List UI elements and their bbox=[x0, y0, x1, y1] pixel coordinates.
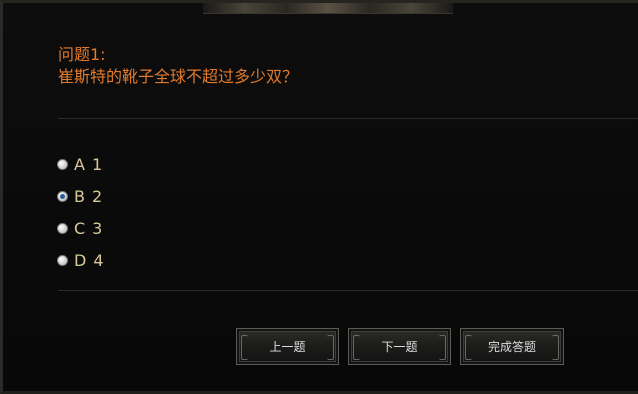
answer-options: A 1 B 2 C 3 D 4 bbox=[57, 148, 104, 276]
question-number: 问题1: bbox=[58, 45, 106, 64]
radio-button[interactable] bbox=[57, 158, 68, 170]
option-value: 4 bbox=[93, 250, 104, 270]
option-letter: D bbox=[74, 250, 87, 270]
question-block: 问题1: 崔斯特的靴子全球不超过多少双？ bbox=[58, 44, 298, 88]
option-value: 3 bbox=[92, 218, 103, 238]
divider-top bbox=[58, 118, 638, 119]
option-a[interactable]: A 1 bbox=[57, 148, 104, 180]
radio-button[interactable] bbox=[57, 254, 68, 266]
option-value: 1 bbox=[91, 154, 103, 174]
option-letter: C bbox=[74, 218, 86, 238]
radio-button[interactable] bbox=[57, 190, 68, 202]
option-value: 2 bbox=[91, 186, 103, 206]
option-letter: B bbox=[74, 186, 85, 206]
finish-quiz-button[interactable]: 完成答题 bbox=[460, 328, 564, 365]
option-letter: A bbox=[74, 154, 85, 174]
top-ornament bbox=[203, 3, 453, 14]
option-b[interactable]: B 2 bbox=[57, 180, 104, 212]
next-question-button[interactable]: 下一题 bbox=[348, 328, 451, 365]
radio-button[interactable] bbox=[57, 222, 68, 234]
prev-question-button[interactable]: 上一题 bbox=[236, 328, 339, 365]
quiz-panel: 问题1: 崔斯特的靴子全球不超过多少双？ A 1 B 2 C 3 D 4 上一题… bbox=[0, 0, 638, 394]
divider-bottom bbox=[58, 290, 638, 291]
question-text: 崔斯特的靴子全球不超过多少双？ bbox=[58, 67, 299, 86]
option-c[interactable]: C 3 bbox=[57, 212, 104, 244]
option-d[interactable]: D 4 bbox=[57, 244, 104, 276]
